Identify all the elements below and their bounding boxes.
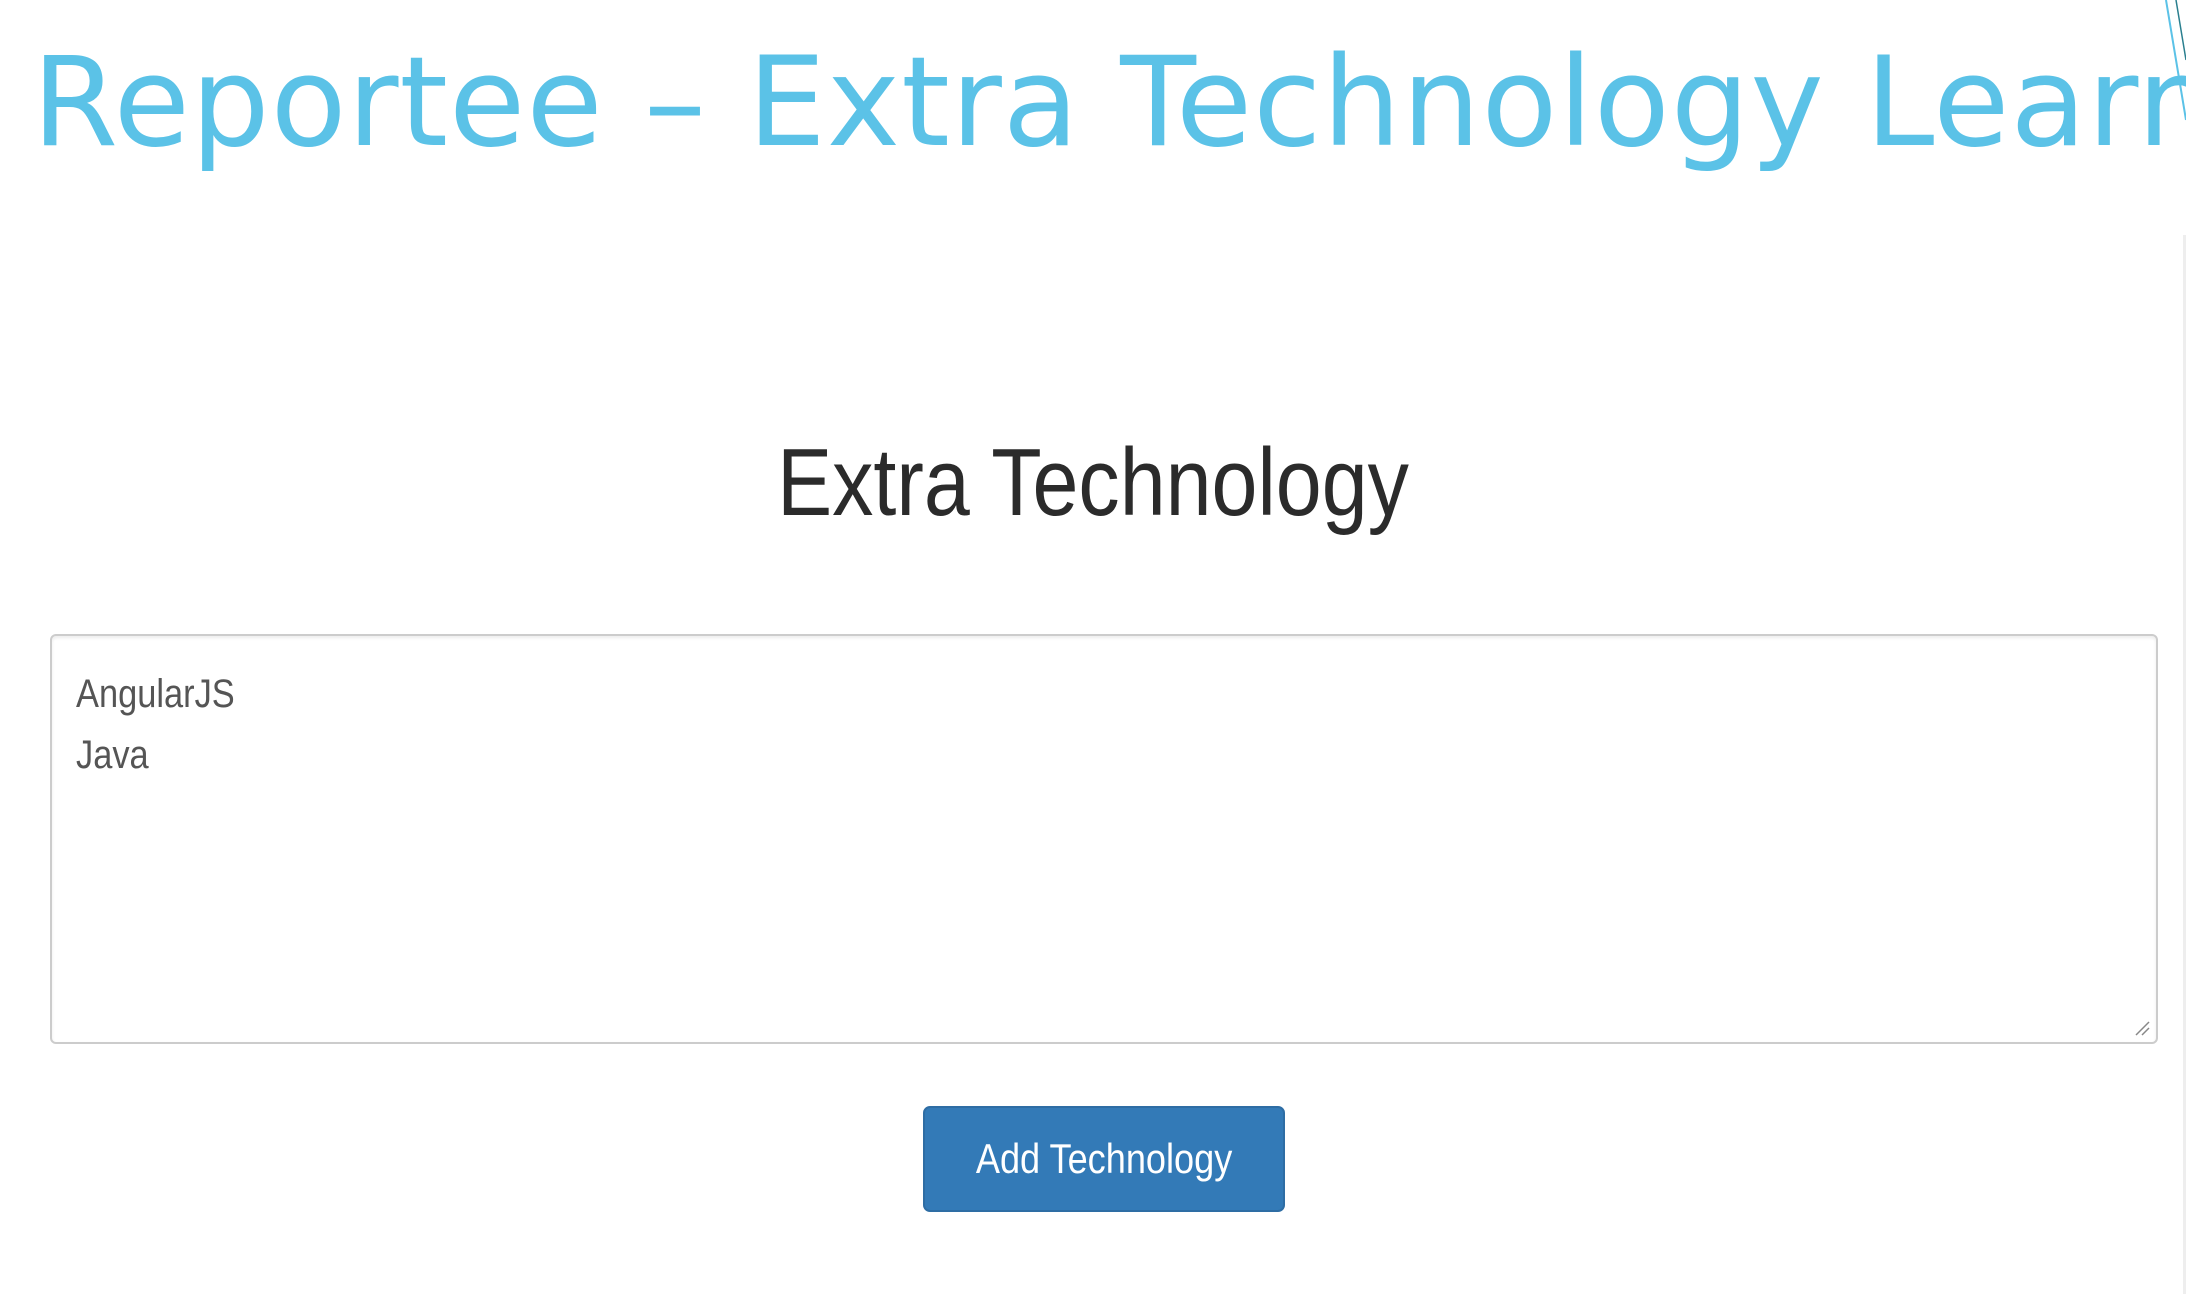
technology-line: Java <box>76 733 149 777</box>
slide-title: Reportee – Extra Technology Learnt <box>32 31 2186 175</box>
add-technology-button-label: Add Technology <box>975 1135 1233 1182</box>
technology-line: AngularJS <box>76 672 235 716</box>
technology-textarea[interactable]: AngularJS Java <box>50 634 2158 1044</box>
add-technology-button[interactable]: Add Technology <box>923 1106 1285 1212</box>
corner-decoration <box>2165 0 2186 121</box>
panel-heading: Extra Technology <box>777 429 1409 536</box>
resize-handle-icon[interactable] <box>2132 1018 2150 1036</box>
